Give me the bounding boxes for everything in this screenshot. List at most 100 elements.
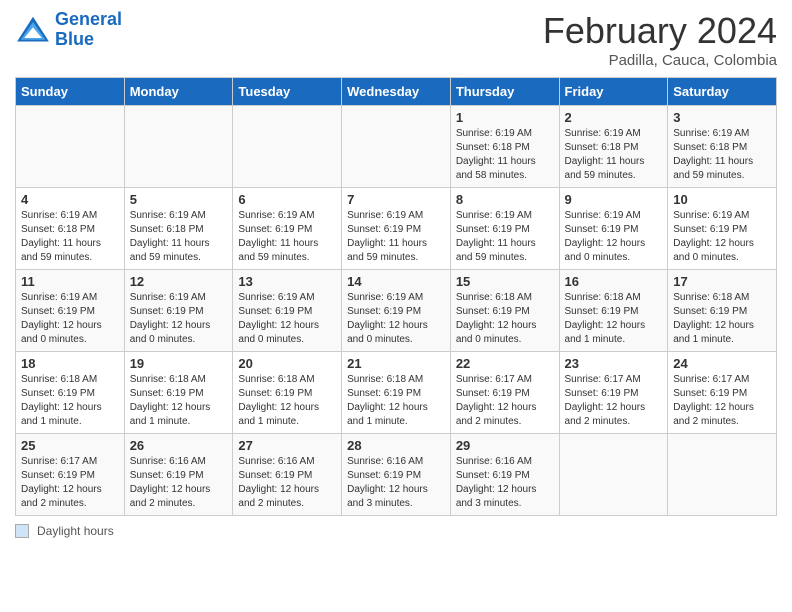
day-detail: Sunrise: 6:16 AM Sunset: 6:19 PM Dayligh…	[456, 455, 554, 511]
day-detail: Sunrise: 6:16 AM Sunset: 6:19 PM Dayligh…	[130, 455, 228, 511]
day-detail: Sunrise: 6:18 AM Sunset: 6:19 PM Dayligh…	[456, 291, 554, 347]
day-number: 21	[347, 356, 445, 371]
calendar-week-1: 1 Sunrise: 6:19 AM Sunset: 6:18 PM Daylig…	[16, 106, 777, 188]
day-number: 29	[456, 438, 554, 453]
calendar-header: SundayMondayTuesdayWednesdayThursdayFrid…	[16, 78, 777, 106]
weekday-header-saturday: Saturday	[668, 78, 777, 106]
day-number: 18	[21, 356, 119, 371]
calendar-cell: 29 Sunrise: 6:16 AM Sunset: 6:19 PM Dayli…	[450, 434, 559, 516]
month-title: February 2024	[543, 10, 777, 52]
calendar-week-3: 11 Sunrise: 6:19 AM Sunset: 6:19 PM Dayli…	[16, 270, 777, 352]
day-number: 24	[673, 356, 771, 371]
calendar-cell: 14 Sunrise: 6:19 AM Sunset: 6:19 PM Dayli…	[342, 270, 451, 352]
day-detail: Sunrise: 6:18 AM Sunset: 6:19 PM Dayligh…	[130, 373, 228, 429]
day-number: 26	[130, 438, 228, 453]
calendar-cell: 3Sunrise: 6:19 AM Sunset: 6:18 PM Daylig…	[668, 106, 777, 188]
day-number: 11	[21, 274, 119, 289]
calendar-cell	[233, 106, 342, 188]
calendar-cell: 15 Sunrise: 6:18 AM Sunset: 6:19 PM Dayli…	[450, 270, 559, 352]
calendar-cell: 16 Sunrise: 6:18 AM Sunset: 6:19 PM Dayli…	[559, 270, 668, 352]
day-number: 17	[673, 274, 771, 289]
calendar-cell	[124, 106, 233, 188]
day-number: 27	[238, 438, 336, 453]
day-detail: Sunrise: 6:18 AM Sunset: 6:19 PM Dayligh…	[565, 291, 663, 347]
day-number: 16	[565, 274, 663, 289]
calendar-cell: 13Sunrise: 6:19 AM Sunset: 6:19 PM Dayli…	[233, 270, 342, 352]
day-detail: Sunrise: 6:18 AM Sunset: 6:19 PM Dayligh…	[238, 373, 336, 429]
calendar-cell: 20 Sunrise: 6:18 AM Sunset: 6:19 PM Dayli…	[233, 352, 342, 434]
calendar-cell: 23 Sunrise: 6:17 AM Sunset: 6:19 PM Dayli…	[559, 352, 668, 434]
logo-text: General Blue	[55, 10, 122, 50]
calendar-cell: 19 Sunrise: 6:18 AM Sunset: 6:19 PM Dayli…	[124, 352, 233, 434]
logo: General Blue	[15, 10, 122, 50]
day-detail: Sunrise: 6:19 AM Sunset: 6:19 PM Dayligh…	[347, 209, 445, 265]
weekday-header-wednesday: Wednesday	[342, 78, 451, 106]
day-number: 4	[21, 192, 119, 207]
calendar-cell: 10 Sunrise: 6:19 AM Sunset: 6:19 PM Dayli…	[668, 188, 777, 270]
day-detail: Sunrise: 6:19 AM Sunset: 6:19 PM Dayligh…	[347, 291, 445, 347]
day-detail: Sunrise: 6:18 AM Sunset: 6:19 PM Dayligh…	[673, 291, 771, 347]
calendar-cell: 1 Sunrise: 6:19 AM Sunset: 6:18 PM Daylig…	[450, 106, 559, 188]
calendar-cell: 28 Sunrise: 6:16 AM Sunset: 6:19 PM Dayli…	[342, 434, 451, 516]
day-number: 14	[347, 274, 445, 289]
day-number: 15	[456, 274, 554, 289]
day-detail: Sunrise: 6:19 AM Sunset: 6:19 PM Dayligh…	[673, 209, 771, 265]
calendar-cell: 5 Sunrise: 6:19 AM Sunset: 6:18 PM Daylig…	[124, 188, 233, 270]
day-detail: Sunrise: 6:16 AM Sunset: 6:19 PM Dayligh…	[347, 455, 445, 511]
calendar-cell: 17 Sunrise: 6:18 AM Sunset: 6:19 PM Dayli…	[668, 270, 777, 352]
day-detail: Sunrise: 6:19 AM Sunset: 6:18 PM Dayligh…	[565, 127, 663, 183]
calendar-week-4: 18 Sunrise: 6:18 AM Sunset: 6:19 PM Dayli…	[16, 352, 777, 434]
calendar-cell: 25Sunrise: 6:17 AM Sunset: 6:19 PM Dayli…	[16, 434, 125, 516]
day-number: 9	[565, 192, 663, 207]
day-detail: Sunrise: 6:17 AM Sunset: 6:19 PM Dayligh…	[565, 373, 663, 429]
calendar-cell: 21 Sunrise: 6:18 AM Sunset: 6:19 PM Dayli…	[342, 352, 451, 434]
calendar-cell: 12 Sunrise: 6:19 AM Sunset: 6:19 PM Dayli…	[124, 270, 233, 352]
calendar-cell: 24Sunrise: 6:17 AM Sunset: 6:19 PM Dayli…	[668, 352, 777, 434]
day-number: 20	[238, 356, 336, 371]
weekday-header-thursday: Thursday	[450, 78, 559, 106]
day-detail: Sunrise: 6:19 AM Sunset: 6:18 PM Dayligh…	[21, 209, 119, 265]
day-number: 28	[347, 438, 445, 453]
day-detail: Sunrise: 6:18 AM Sunset: 6:19 PM Dayligh…	[347, 373, 445, 429]
calendar-cell: 26 Sunrise: 6:16 AM Sunset: 6:19 PM Dayli…	[124, 434, 233, 516]
calendar-week-5: 25Sunrise: 6:17 AM Sunset: 6:19 PM Dayli…	[16, 434, 777, 516]
day-number: 13	[238, 274, 336, 289]
calendar-week-2: 4 Sunrise: 6:19 AM Sunset: 6:18 PM Daylig…	[16, 188, 777, 270]
header: General Blue February 2024 Padilla, Cauc…	[15, 10, 777, 69]
calendar-cell	[16, 106, 125, 188]
day-detail: Sunrise: 6:19 AM Sunset: 6:19 PM Dayligh…	[21, 291, 119, 347]
calendar-cell: 9 Sunrise: 6:19 AM Sunset: 6:19 PM Daylig…	[559, 188, 668, 270]
day-number: 10	[673, 192, 771, 207]
title-area: February 2024 Padilla, Cauca, Colombia	[543, 10, 777, 69]
day-number: 19	[130, 356, 228, 371]
day-number: 5	[130, 192, 228, 207]
day-number: 22	[456, 356, 554, 371]
day-number: 12	[130, 274, 228, 289]
day-number: 2	[565, 110, 663, 125]
day-detail: Sunrise: 6:19 AM Sunset: 6:19 PM Dayligh…	[238, 209, 336, 265]
calendar-cell: 4 Sunrise: 6:19 AM Sunset: 6:18 PM Daylig…	[16, 188, 125, 270]
calendar-cell: 27Sunrise: 6:16 AM Sunset: 6:19 PM Dayli…	[233, 434, 342, 516]
legend-label: Daylight hours	[37, 524, 114, 538]
weekday-header-friday: Friday	[559, 78, 668, 106]
day-number: 7	[347, 192, 445, 207]
weekday-header-sunday: Sunday	[16, 78, 125, 106]
calendar-cell: 18Sunrise: 6:18 AM Sunset: 6:19 PM Dayli…	[16, 352, 125, 434]
calendar-cell	[342, 106, 451, 188]
day-detail: Sunrise: 6:19 AM Sunset: 6:18 PM Dayligh…	[130, 209, 228, 265]
day-detail: Sunrise: 6:19 AM Sunset: 6:19 PM Dayligh…	[565, 209, 663, 265]
calendar-table: SundayMondayTuesdayWednesdayThursdayFrid…	[15, 77, 777, 516]
calendar-cell	[559, 434, 668, 516]
day-detail: Sunrise: 6:19 AM Sunset: 6:18 PM Dayligh…	[456, 127, 554, 183]
day-number: 25	[21, 438, 119, 453]
day-number: 1	[456, 110, 554, 125]
day-detail: Sunrise: 6:19 AM Sunset: 6:19 PM Dayligh…	[130, 291, 228, 347]
logo-icon	[15, 15, 51, 45]
calendar-cell: 6Sunrise: 6:19 AM Sunset: 6:19 PM Daylig…	[233, 188, 342, 270]
weekday-header-monday: Monday	[124, 78, 233, 106]
day-detail: Sunrise: 6:17 AM Sunset: 6:19 PM Dayligh…	[456, 373, 554, 429]
day-number: 23	[565, 356, 663, 371]
day-detail: Sunrise: 6:19 AM Sunset: 6:19 PM Dayligh…	[456, 209, 554, 265]
calendar-cell: 2 Sunrise: 6:19 AM Sunset: 6:18 PM Daylig…	[559, 106, 668, 188]
calendar-cell: 7 Sunrise: 6:19 AM Sunset: 6:19 PM Daylig…	[342, 188, 451, 270]
